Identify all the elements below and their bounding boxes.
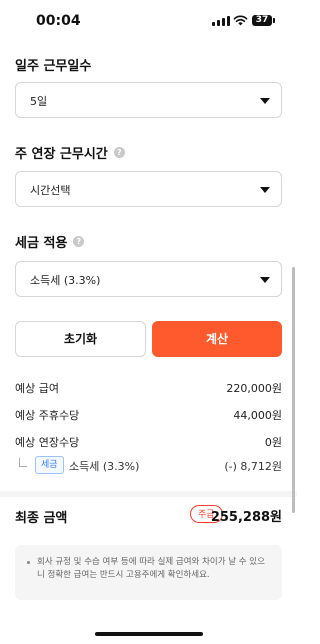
wifi-icon [233,15,248,26]
total-label: 최종 금액 [15,511,68,526]
extended-hours-select[interactable]: 시간선택 [15,171,282,207]
cellular-signal-icon [212,16,230,26]
status-bar: 00:04 37 [0,0,297,44]
tax-select[interactable]: 소득세 (3.3%) [15,261,282,297]
workdays-value: 5일 [30,95,48,108]
result-amount: 0원 [264,436,282,449]
tax-badge: 세금 [35,456,64,474]
result-label: 예상 급여 [15,382,59,395]
result-row: 예상 연장수당 0원 [15,434,282,450]
tax-deduction-amount: (-) 8,712원 [224,460,282,473]
workdays-title: 일주 근무일수 [15,55,91,74]
notice-text: 회사 규정 및 수습 여부 등에 따라 실제 급여와 차이가 날 수 있으니 정… [37,557,265,580]
battery-level: 37 [255,15,269,25]
help-icon[interactable]: ? [73,236,85,247]
scrollbar[interactable] [292,267,295,513]
result-row: 예상 주휴수당 44,000원 [15,407,282,423]
help-icon[interactable]: ? [113,147,125,158]
caret-down-icon [260,277,270,283]
result-amount: 44,000원 [233,409,282,422]
result-row: 예상 급여 220,000원 [15,380,282,396]
tax-value: 소득세 (3.3%) [30,274,101,287]
caret-down-icon [260,187,270,193]
result-label: 예상 주휴수당 [15,409,80,422]
section-divider [0,491,297,497]
bullet-icon [27,561,30,564]
extended-hours-value: 시간선택 [30,184,71,197]
sub-item-corner-icon [19,458,27,467]
extended-hours-title-text: 주 연장 근무시간 [15,147,108,162]
calculate-button[interactable]: 계산 [152,321,282,357]
reset-button[interactable]: 초기화 [15,321,146,357]
workdays-title-text: 일주 근무일수 [15,59,92,74]
total-amount: 255,288원 [210,510,282,525]
tax-title: 세금 적용 ? [15,232,85,251]
caret-down-icon [260,98,270,104]
tax-title-text: 세금 적용 [15,236,68,251]
home-indicator[interactable] [95,632,203,636]
extended-hours-title: 주 연장 근무시간 ? [15,143,125,162]
notice-box: 회사 규정 및 수습 여부 등에 따라 실제 급여와 차이가 날 수 있으니 정… [15,545,282,600]
battery-icon: 37 [252,15,275,26]
tax-deduction-label: 소득세 (3.3%) [69,460,140,473]
status-time: 00:04 [36,13,81,29]
tax-deduction-row: 세금 소득세 (3.3%) (-) 8,712원 [15,456,282,474]
workdays-select[interactable]: 5일 [15,82,282,118]
result-label: 예상 연장수당 [15,436,80,449]
result-amount: 220,000원 [226,382,282,395]
